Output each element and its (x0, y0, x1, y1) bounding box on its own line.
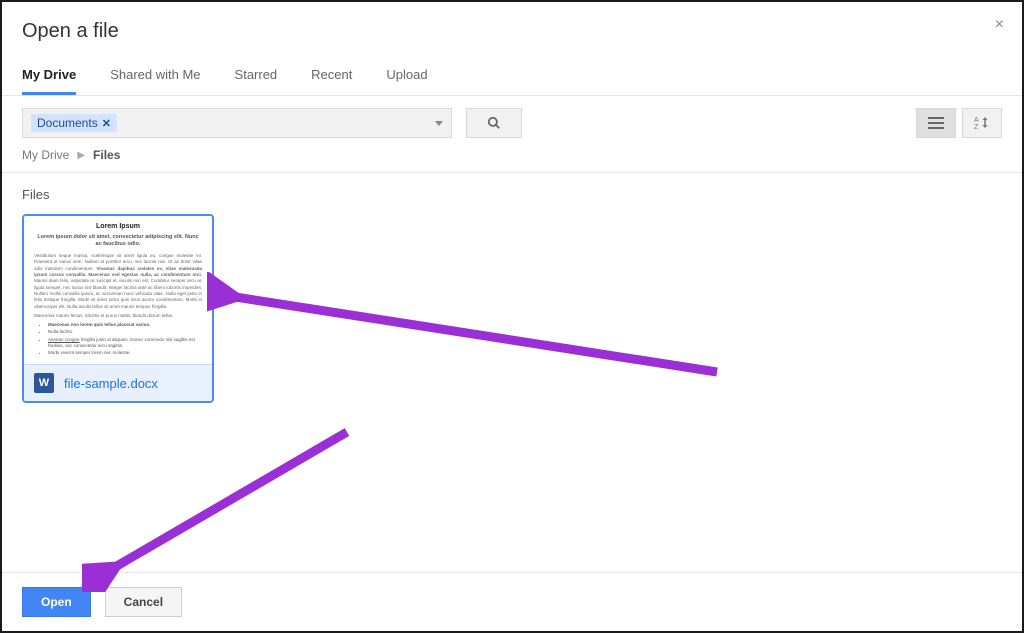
tab-recent[interactable]: Recent (311, 67, 352, 95)
tab-shared-with-me[interactable]: Shared with Me (110, 67, 200, 95)
breadcrumb: My Drive ▶ Files (2, 146, 1022, 173)
tab-my-drive[interactable]: My Drive (22, 67, 76, 95)
breadcrumb-root[interactable]: My Drive (22, 148, 69, 162)
filter-chip-label: Documents (37, 116, 98, 130)
filter-dropdown[interactable]: Documents ✕ (22, 108, 452, 138)
chevron-right-icon: ▶ (77, 150, 85, 161)
chevron-down-icon (435, 121, 443, 126)
tab-starred[interactable]: Starred (235, 67, 278, 95)
sort-az-icon: A Z (974, 116, 990, 130)
tab-bar: My Drive Shared with Me Starred Recent U… (2, 55, 1022, 96)
search-button[interactable] (466, 108, 522, 138)
list-view-button[interactable] (916, 108, 956, 138)
preview-title: Lorem Ipsum (34, 222, 202, 232)
list-view-icon (928, 117, 944, 129)
sort-button[interactable]: A Z (962, 108, 1002, 138)
breadcrumb-current: Files (93, 148, 120, 162)
filter-chip-documents[interactable]: Documents ✕ (31, 114, 117, 132)
cancel-button[interactable]: Cancel (105, 587, 182, 617)
word-doc-icon: W (34, 373, 54, 393)
section-files-label: Files (2, 173, 1022, 208)
filter-chip-remove-icon[interactable]: ✕ (102, 117, 111, 130)
svg-text:Z: Z (974, 124, 979, 130)
tab-upload[interactable]: Upload (386, 67, 427, 95)
close-icon[interactable]: × (995, 16, 1004, 34)
file-preview-thumbnail: Lorem Ipsum Lorem ipsum dolor sit amet, … (24, 216, 212, 364)
annotation-arrow-to-open (82, 422, 362, 592)
search-icon (487, 116, 501, 130)
svg-text:A: A (974, 117, 979, 124)
preview-subtitle: Lorem ipsum dolor sit amet, consectetur … (34, 234, 202, 249)
file-name-label: file-sample.docx (64, 376, 158, 391)
file-card[interactable]: Lorem Ipsum Lorem ipsum dolor sit amet, … (22, 214, 214, 403)
open-button[interactable]: Open (22, 587, 91, 617)
dialog-title: Open a file (22, 20, 1002, 43)
